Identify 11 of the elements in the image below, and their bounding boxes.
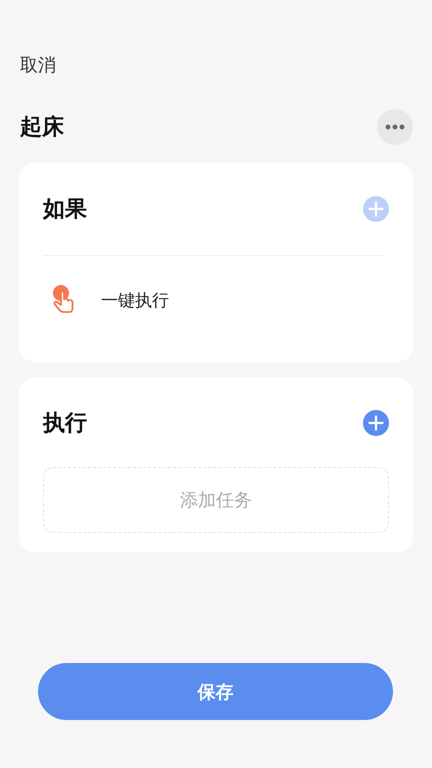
trigger-item[interactable]: 一键执行 — [43, 256, 389, 344]
add-button[interactable] — [363, 410, 389, 436]
plus-icon — [363, 410, 389, 436]
more-icon — [385, 124, 405, 130]
plus-icon — [363, 196, 389, 222]
scene-title: 起床 — [20, 114, 64, 142]
section-title: 执行 — [43, 410, 87, 438]
cancel-button[interactable]: 取消 — [20, 54, 56, 78]
trigger-label: 一键执行 — [101, 290, 169, 312]
section-title: 如果 — [43, 196, 87, 224]
more-button[interactable] — [377, 109, 413, 145]
